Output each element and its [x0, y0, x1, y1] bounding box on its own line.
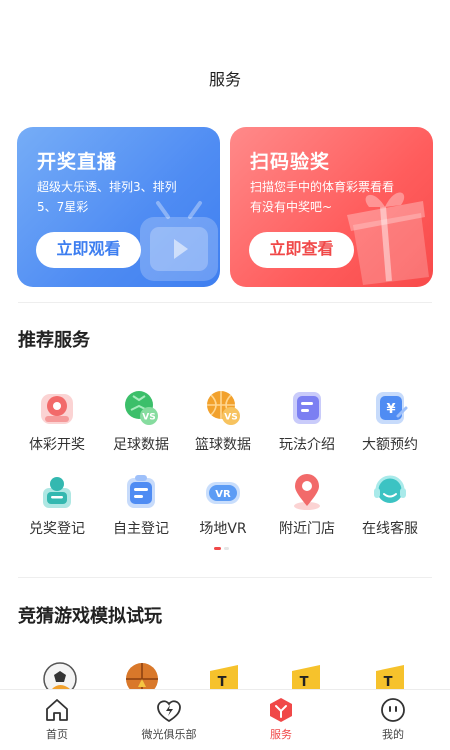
divider: [18, 302, 432, 303]
service-label: 兑奖登记: [29, 521, 85, 537]
service-label: 场地VR: [199, 521, 247, 537]
banner-description: 超级大乐透、排列3、排列5、7星彩: [37, 180, 177, 214]
tab-label: 我的: [382, 728, 404, 741]
soccer-ball-icon[interactable]: [42, 661, 78, 691]
service-label: 自主登记: [113, 521, 169, 537]
basketball-data-icon: VS: [207, 391, 240, 425]
svg-text:VS: VS: [224, 413, 237, 423]
football-data-icon: VS: [125, 391, 158, 425]
basketball-icon[interactable]: [124, 661, 160, 691]
service-rules-intro[interactable]: 玩法介绍: [262, 386, 352, 454]
game-badge-icon[interactable]: T: [372, 661, 408, 691]
tab-mine[interactable]: 我的: [348, 696, 438, 742]
game-badge-icon[interactable]: T: [206, 661, 242, 691]
venue-vr-icon: VR: [206, 482, 240, 504]
self-register-icon: [127, 475, 155, 508]
service-label: 篮球数据: [195, 437, 251, 453]
tab-label: 首页: [46, 728, 68, 741]
svg-text:T: T: [218, 675, 227, 690]
svg-text:VS: VS: [142, 413, 155, 423]
service-football-data[interactable]: VS 足球数据: [96, 386, 186, 454]
svg-text:VR: VR: [215, 489, 231, 500]
tab-label: 服务: [270, 728, 292, 741]
service-venue-vr[interactable]: VR 场地VR: [178, 470, 268, 538]
service-label: 足球数据: [113, 437, 169, 453]
online-service-icon: [374, 475, 406, 503]
service-label: 在线客服: [362, 521, 418, 537]
home-icon: [46, 699, 68, 721]
large-reservation-icon: ¥: [376, 392, 408, 424]
service-large-reservation[interactable]: ¥ 大额预约: [345, 386, 435, 454]
prize-register-icon: [43, 477, 71, 508]
lottery-draw-icon: [41, 394, 73, 424]
service-lottery-draw[interactable]: 体彩开奖: [12, 386, 102, 454]
banner-title: 扫码验奖: [250, 151, 331, 173]
banner-description: 扫描您手中的体育彩票看看有没有中奖吧~: [250, 180, 395, 214]
live-draw-banner[interactable]: 开奖直播 超级大乐透、排列3、排列5、7星彩 立即观看: [17, 127, 220, 287]
page-header: 服务: [0, 0, 450, 110]
divider: [18, 577, 432, 578]
rules-intro-icon: [293, 392, 321, 424]
page-dot: [224, 547, 229, 550]
service-basketball-data[interactable]: VS 篮球数据: [178, 386, 268, 454]
recommend-section-title: 推荐服务: [18, 330, 90, 351]
service-self-register[interactable]: 自主登记: [96, 470, 186, 538]
tab-club[interactable]: 微光俱乐部: [124, 696, 214, 742]
service-online-service[interactable]: 在线客服: [345, 470, 435, 538]
service-label: 体彩开奖: [29, 437, 85, 453]
tab-home[interactable]: 首页: [12, 696, 102, 742]
games-row: T T T: [0, 655, 450, 691]
profile-icon: [381, 698, 405, 722]
banner-title: 开奖直播: [37, 151, 118, 173]
tab-service[interactable]: 服务: [236, 696, 326, 742]
svg-text:¥: ¥: [386, 402, 395, 417]
watch-now-button[interactable]: 立即观看: [36, 232, 141, 268]
service-nearby-store[interactable]: 附近门店: [262, 470, 352, 538]
page-indicator: [214, 547, 234, 550]
game-badge-icon[interactable]: T: [288, 661, 324, 691]
service-icon: [270, 698, 292, 722]
tab-label: 微光俱乐部: [141, 728, 197, 741]
service-prize-register[interactable]: 兑奖登记: [12, 470, 102, 538]
club-bolt-icon: [157, 700, 181, 723]
service-label: 玩法介绍: [279, 437, 335, 453]
nearby-store-icon: [294, 474, 320, 510]
check-now-button[interactable]: 立即查看: [249, 232, 354, 268]
scan-verify-banner[interactable]: 扫码验奖 扫描您手中的体育彩票看看有没有中奖吧~ 立即查看: [230, 127, 433, 287]
service-label: 大额预约: [362, 437, 418, 453]
page-dot-active: [214, 547, 221, 550]
bottom-tab-bar: 首页 微光俱乐部 服务 我的: [0, 689, 450, 750]
games-section-title: 竞猜游戏模拟试玩: [18, 606, 162, 627]
svg-text:T: T: [300, 675, 309, 690]
svg-text:T: T: [384, 675, 393, 690]
service-label: 附近门店: [279, 521, 335, 537]
page-title: 服务: [208, 70, 241, 89]
